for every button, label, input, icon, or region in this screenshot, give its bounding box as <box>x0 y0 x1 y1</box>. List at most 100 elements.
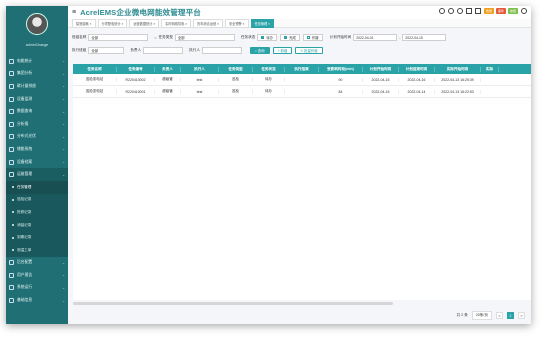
battery-icon <box>9 146 14 152</box>
table-cell: 超级管 <box>155 77 181 82</box>
query-button[interactable]: ⌕ 查询 <box>249 47 270 54</box>
table-cell: 巡检 <box>219 77 253 82</box>
sidebar-subitem-label: 抢修记录 <box>17 209 32 214</box>
date-to-input[interactable]: 2022-04-15 <box>402 34 447 41</box>
total-count: 共 2 条 <box>456 313 468 317</box>
fullscreen-icon[interactable] <box>465 8 472 14</box>
column-header[interactable]: 任务类型 <box>219 66 253 72</box>
date-from-input[interactable]: 2022-04-01 <box>353 34 398 41</box>
page-size-select[interactable]: 20条/页 <box>471 311 492 320</box>
sidebar-item-label: 分析报 <box>17 121 29 126</box>
column-header[interactable]: 计划开始时间 <box>363 66 399 72</box>
user-icon[interactable] <box>521 8 527 14</box>
chart-icon <box>9 58 14 64</box>
chevron-down-icon: ⌄ <box>62 59 65 64</box>
search-icon[interactable]: ○ <box>154 36 156 40</box>
horizontal-scrollbar[interactable] <box>73 302 393 305</box>
sidebar-item[interactable]: 储能系统 ⌄ <box>6 143 68 156</box>
column-header[interactable]: 任务状态 <box>253 66 285 72</box>
tab-item[interactable]: 运营数据统计 × <box>129 18 160 28</box>
sidebar-item-label: 设备档案 <box>17 159 33 164</box>
column-header[interactable]: 实际开始时间 <box>435 66 481 72</box>
status-checkbox[interactable]: 待办 <box>257 34 278 41</box>
theme-icon[interactable] <box>438 8 445 14</box>
leaf-icon <box>9 83 14 89</box>
chevron-down-icon: ⌄ <box>62 84 65 89</box>
sidebar-subitem[interactable]: 消缺记录 <box>6 218 68 232</box>
table-cell: 巡检变电站 <box>73 89 117 94</box>
sidebar-item[interactable]: 集团分析 ⌄ <box>6 68 68 81</box>
plan-time-label: 计划开始时间 <box>329 35 352 39</box>
column-header[interactable]: 执行结果 <box>285 66 319 72</box>
column-header[interactable]: 任务名称 <box>73 66 117 72</box>
executor-input[interactable] <box>201 47 242 54</box>
column-header[interactable]: 执行人 <box>181 66 219 72</box>
refresh-icon[interactable] <box>456 8 463 14</box>
sidebar-item[interactable]: 分析报 ⌄ <box>6 118 68 131</box>
alert-badge[interactable]: 事件 <box>495 8 506 14</box>
sidebar-item[interactable]: 系统运行 ⌄ <box>6 282 68 295</box>
sidebar-item[interactable]: 设备档案 ⌄ <box>6 156 68 169</box>
chevron-down-icon: ⌄ <box>62 71 65 76</box>
sidebar-subitem[interactable]: 任务管理 <box>6 180 68 194</box>
sidebar-item-label: 电能统计 <box>17 58 33 63</box>
tab-item[interactable]: 智慧能耗 × <box>72 18 96 28</box>
sidebar-item[interactable]: 数据查询 ⌄ <box>6 105 68 118</box>
avatar[interactable] <box>26 13 48 35</box>
column-header[interactable]: 负责人 <box>155 66 181 72</box>
table-cell: R220410001 <box>117 89 155 94</box>
org-select[interactable]: 全部 <box>88 34 149 41</box>
team-select[interactable]: 全部 <box>88 47 125 54</box>
sidebar-item[interactable]: 设备监测 ⌄ <box>6 93 68 106</box>
sidebar-item[interactable]: 后台配置 ⌄ <box>6 257 68 270</box>
sidebar-subitem[interactable]: 测温工单 <box>6 243 68 257</box>
page-1-button[interactable]: 1 <box>507 312 514 319</box>
sidebar-item-label: 设备监测 <box>17 96 33 101</box>
sidebar-item-label: 集团分析 <box>17 71 33 76</box>
next-page-button[interactable]: > <box>518 312 525 319</box>
sidebar-subitem-label: 任务管理 <box>17 184 32 189</box>
table-cell: test <box>181 89 219 94</box>
grid-icon[interactable] <box>474 8 481 14</box>
add-button[interactable]: + 新增 <box>272 47 293 54</box>
menu-toggle-icon[interactable]: ≡ <box>72 9 76 16</box>
alert-badges: 告警 事件 故障 <box>483 8 518 14</box>
table-row[interactable]: 巡检变电站 R220410001 超级管 test 巡检 待办 84 2022-04-15 20… <box>73 86 531 98</box>
column-header[interactable]: 计划结束时间 <box>399 66 435 72</box>
prev-page-button[interactable]: < <box>496 312 503 319</box>
column-header[interactable]: 任务编号 <box>117 66 155 72</box>
tab-item[interactable]: 安全预警 × <box>225 18 249 28</box>
executor-label: 执行人 <box>189 48 200 52</box>
sidebar-item[interactable]: 分布式光伏 ⌄ <box>6 131 68 144</box>
status-checkbox[interactable]: 作废 <box>302 34 323 41</box>
leader-input[interactable] <box>143 47 184 54</box>
tab-item[interactable]: 分项配电统计 × <box>97 18 128 28</box>
sidebar-item[interactable]: 用户报告 ⌄ <box>6 269 68 282</box>
sidebar-item-label: 运维管理 <box>17 172 33 177</box>
sidebar-item[interactable]: 电能统计 ⌄ <box>6 55 68 68</box>
sidebar-subitem[interactable]: 巡检记录 <box>6 193 68 207</box>
sidebar-subitem[interactable]: 到期记录 <box>6 231 68 244</box>
gear-icon <box>9 260 14 266</box>
tab-item[interactable]: 实时网络供电 × <box>161 18 192 28</box>
sidebar-item[interactable]: 基础信息 ⌄ <box>6 294 68 307</box>
tab-item[interactable]: 历年综合运营 × <box>193 18 223 28</box>
batch-void-button[interactable]: ✎ 批量作废 <box>295 47 323 54</box>
task-type-select[interactable]: 全部 <box>174 34 235 41</box>
sidebar-item[interactable]: 运维管理 ⌄ <box>6 168 68 181</box>
sidebar-subitem[interactable]: 抢修记录 <box>6 206 68 219</box>
tab-item[interactable]: 任务管理 × <box>250 18 274 28</box>
alert-badge[interactable]: 故障 <box>507 8 518 14</box>
table-row[interactable]: 巡检变电站 R220410002 超级管 test 巡检 待办 90 2022-04-15 20… <box>73 74 531 86</box>
column-header[interactable]: 受影响时段(min) <box>319 66 363 72</box>
sidebar-item[interactable]: 碳计量排放 ⌄ <box>6 80 68 93</box>
monitor-icon <box>9 96 14 102</box>
status-checkbox-label: 完成 <box>289 36 296 40</box>
page-title: AcrelEMS企业微电网能效管理平台 <box>80 8 201 17</box>
alert-badge[interactable]: 告警 <box>483 8 494 14</box>
sidebar-item-label: 数据查询 <box>17 109 33 114</box>
status-checkbox[interactable]: 完成 <box>280 34 300 41</box>
sidebar-item-label: 后台配置 <box>17 260 33 265</box>
search-icon[interactable] <box>447 8 454 14</box>
column-header[interactable]: 实际 <box>481 66 499 72</box>
